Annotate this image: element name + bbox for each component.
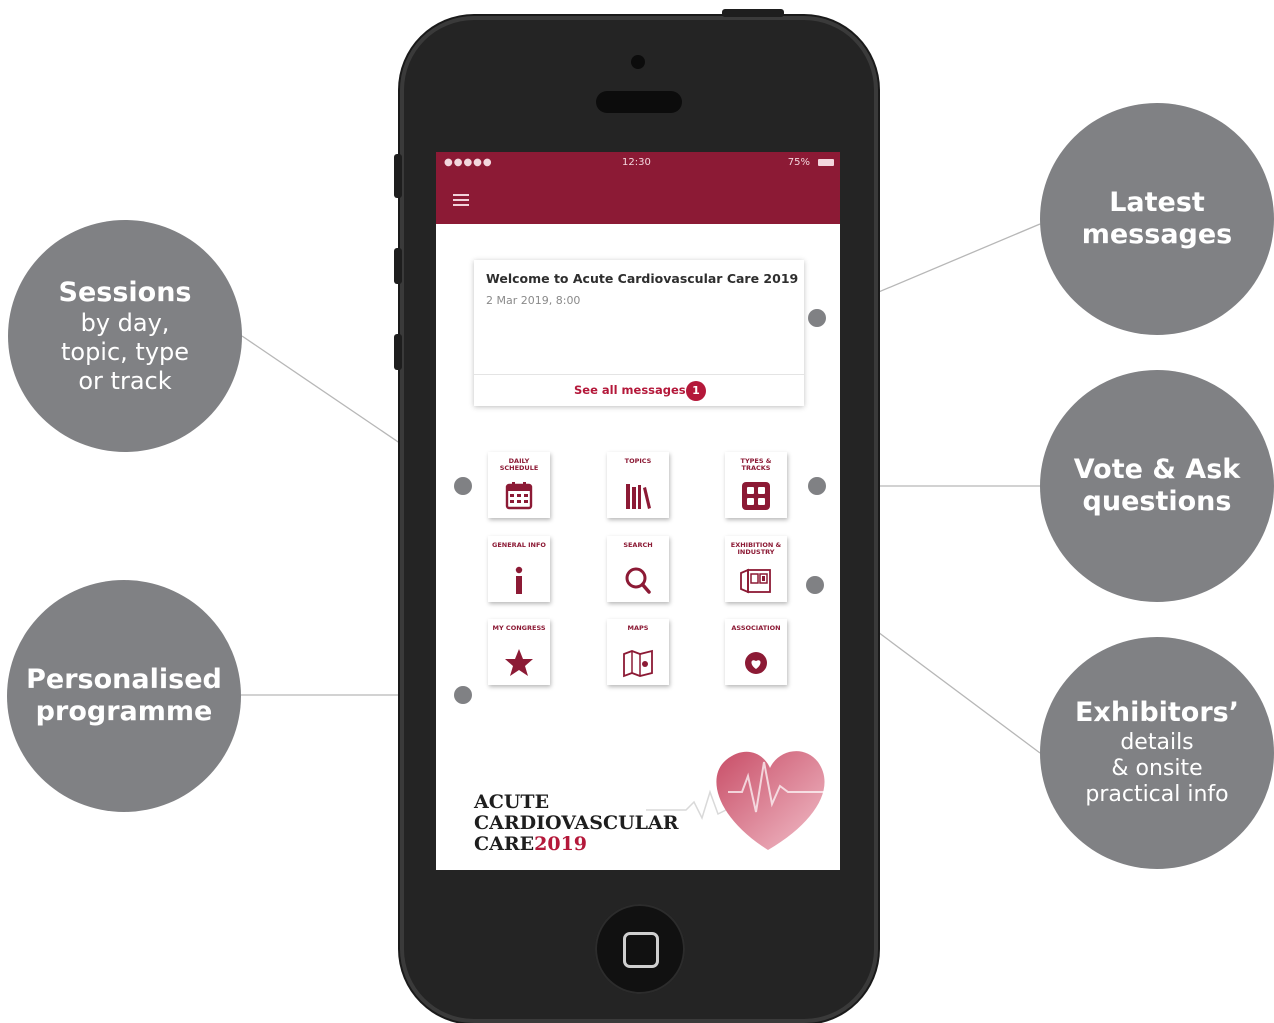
anchor-dots bbox=[454, 309, 826, 704]
